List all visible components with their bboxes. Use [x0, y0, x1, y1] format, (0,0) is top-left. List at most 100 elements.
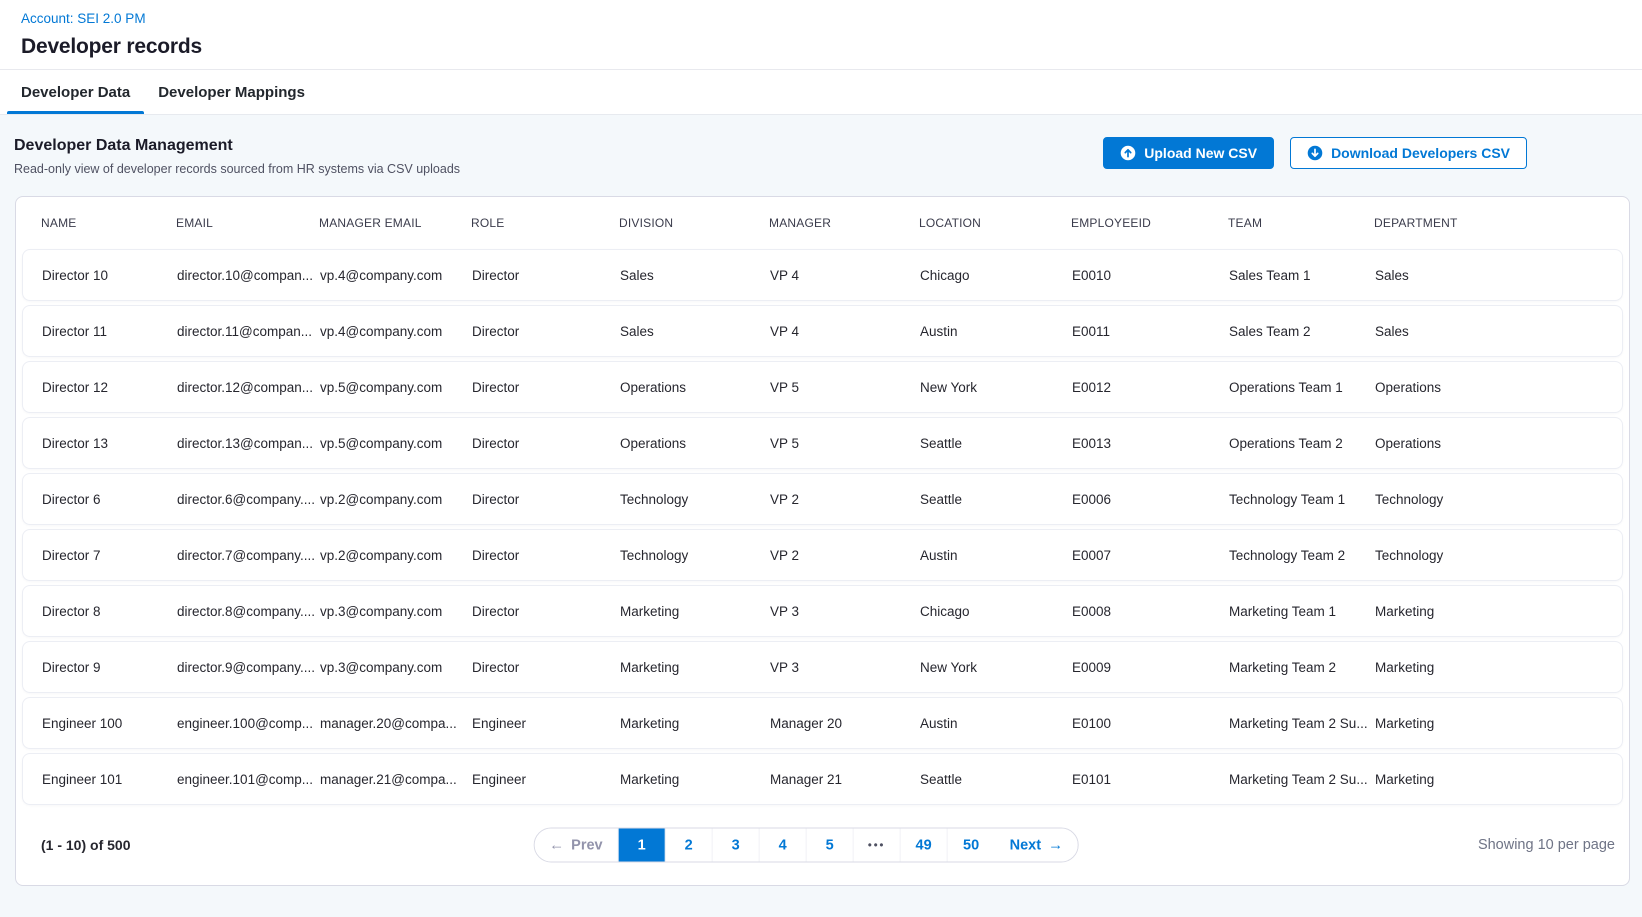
cell-manager: VP 5 — [770, 380, 920, 395]
cell-department: Sales — [1375, 268, 1622, 283]
cell-department: Operations — [1375, 436, 1622, 451]
cell-manager: VP 3 — [770, 660, 920, 675]
cell-location: New York — [920, 380, 1072, 395]
cell-employee_id: E0011 — [1072, 324, 1229, 339]
cell-name: Director 9 — [23, 660, 177, 675]
cell-role: Director — [472, 604, 620, 619]
pagination-page-49[interactable]: 49 — [901, 829, 948, 862]
section-header-text: Developer Data Management Read-only view… — [14, 137, 460, 176]
pagination-page-4[interactable]: 4 — [760, 829, 807, 862]
cell-team: Sales Team 1 — [1229, 268, 1375, 283]
cell-employee_id: E0100 — [1072, 716, 1229, 731]
section-header: Developer Data Management Read-only view… — [0, 137, 1642, 176]
table-row: Director 11director.11@compan...vp.4@com… — [22, 305, 1623, 357]
download-developers-csv-button[interactable]: Download Developers CSV — [1290, 137, 1527, 169]
cell-employee_id: E0013 — [1072, 436, 1229, 451]
cell-manager: VP 5 — [770, 436, 920, 451]
cell-employee_id: E0101 — [1072, 772, 1229, 787]
arrow-left-icon: ← — [549, 838, 564, 853]
per-page-label: Showing 10 per page — [1478, 837, 1615, 853]
cell-role: Director — [472, 324, 620, 339]
table-row: Director 7director.7@company....vp.2@com… — [22, 529, 1623, 581]
table-row: Director 13director.13@compan...vp.5@com… — [22, 417, 1623, 469]
cell-role: Director — [472, 436, 620, 451]
cell-team: Marketing Team 1 — [1229, 604, 1375, 619]
cell-manager_email: manager.21@compa... — [320, 772, 472, 787]
cell-role: Engineer — [472, 772, 620, 787]
cell-manager: Manager 20 — [770, 716, 920, 731]
cell-team: Sales Team 2 — [1229, 324, 1375, 339]
cell-division: Operations — [620, 436, 770, 451]
upload-new-csv-button[interactable]: Upload New CSV — [1103, 137, 1274, 169]
table-row: Director 6director.6@company....vp.2@com… — [22, 473, 1623, 525]
cell-email: director.9@company.... — [177, 660, 320, 675]
cell-department: Marketing — [1375, 772, 1622, 787]
cell-role: Director — [472, 492, 620, 507]
cell-name: Director 12 — [23, 380, 177, 395]
cell-email: director.6@company.... — [177, 492, 320, 507]
cell-department: Marketing — [1375, 604, 1622, 619]
cell-team: Operations Team 2 — [1229, 436, 1375, 451]
cell-team: Operations Team 1 — [1229, 380, 1375, 395]
cell-email: director.11@compan... — [177, 324, 320, 339]
pagination-page-5[interactable]: 5 — [807, 829, 854, 862]
cell-employee_id: E0006 — [1072, 492, 1229, 507]
cell-department: Marketing — [1375, 716, 1622, 731]
cell-manager: Manager 21 — [770, 772, 920, 787]
cell-email: director.7@company.... — [177, 548, 320, 563]
cell-role: Director — [472, 380, 620, 395]
cell-manager_email: vp.4@company.com — [320, 324, 472, 339]
cell-department: Sales — [1375, 324, 1622, 339]
cell-email: director.8@company.... — [177, 604, 320, 619]
cell-division: Marketing — [620, 772, 770, 787]
cell-team: Technology Team 1 — [1229, 492, 1375, 507]
download-icon — [1307, 145, 1323, 161]
tab-bar: Developer Data Developer Mappings — [0, 70, 1642, 115]
cell-manager: VP 2 — [770, 492, 920, 507]
column-header-email: EMAIL — [176, 216, 319, 230]
cell-team: Technology Team 2 — [1229, 548, 1375, 563]
cell-manager: VP 3 — [770, 604, 920, 619]
cell-team: Marketing Team 2 — [1229, 660, 1375, 675]
pagination-page-3[interactable]: 3 — [713, 829, 760, 862]
cell-employee_id: E0007 — [1072, 548, 1229, 563]
pagination-prev-button[interactable]: ← Prev — [534, 829, 618, 862]
pagination-ellipsis[interactable]: ••• — [854, 829, 901, 862]
pagination-page-2[interactable]: 2 — [666, 829, 713, 862]
cell-department: Technology — [1375, 492, 1622, 507]
pagination-page-50[interactable]: 50 — [948, 829, 995, 862]
table-body: Director 10director.10@compan...vp.4@com… — [22, 249, 1623, 805]
cell-manager: VP 2 — [770, 548, 920, 563]
tab-developer-mappings[interactable]: Developer Mappings — [144, 70, 319, 114]
arrow-right-icon: → — [1048, 838, 1063, 853]
cell-email: director.13@compan... — [177, 436, 320, 451]
cell-role: Director — [472, 548, 620, 563]
cell-role: Engineer — [472, 716, 620, 731]
download-button-label: Download Developers CSV — [1331, 145, 1510, 161]
cell-manager_email: vp.4@company.com — [320, 268, 472, 283]
table-row: Director 12director.12@compan...vp.5@com… — [22, 361, 1623, 413]
cell-division: Marketing — [620, 604, 770, 619]
cell-location: Seattle — [920, 436, 1072, 451]
prev-label: Prev — [571, 837, 602, 853]
main-content: Developer Data Management Read-only view… — [0, 115, 1642, 917]
cell-team: Marketing Team 2 Su... — [1229, 772, 1375, 787]
developer-table: NAMEEMAILMANAGER EMAILROLEDIVISIONMANAGE… — [15, 196, 1630, 886]
page-title: Developer records — [21, 35, 1642, 59]
cell-role: Director — [472, 660, 620, 675]
table-header-row: NAMEEMAILMANAGER EMAILROLEDIVISIONMANAGE… — [22, 197, 1623, 249]
cell-name: Director 11 — [23, 324, 177, 339]
tab-developer-data[interactable]: Developer Data — [7, 70, 144, 114]
cell-employee_id: E0012 — [1072, 380, 1229, 395]
cell-division: Technology — [620, 492, 770, 507]
pagination-next-button[interactable]: Next → — [995, 829, 1078, 862]
column-header-manager_email: MANAGER EMAIL — [319, 216, 471, 230]
cell-location: Chicago — [920, 604, 1072, 619]
cell-location: Austin — [920, 716, 1072, 731]
table-row: Director 8director.8@company....vp.3@com… — [22, 585, 1623, 637]
account-breadcrumb-link[interactable]: Account: SEI 2.0 PM — [21, 11, 146, 26]
table-row: Engineer 100engineer.100@comp...manager.… — [22, 697, 1623, 749]
pagination-page-1[interactable]: 1 — [619, 829, 666, 862]
cell-role: Director — [472, 268, 620, 283]
next-label: Next — [1010, 837, 1041, 853]
